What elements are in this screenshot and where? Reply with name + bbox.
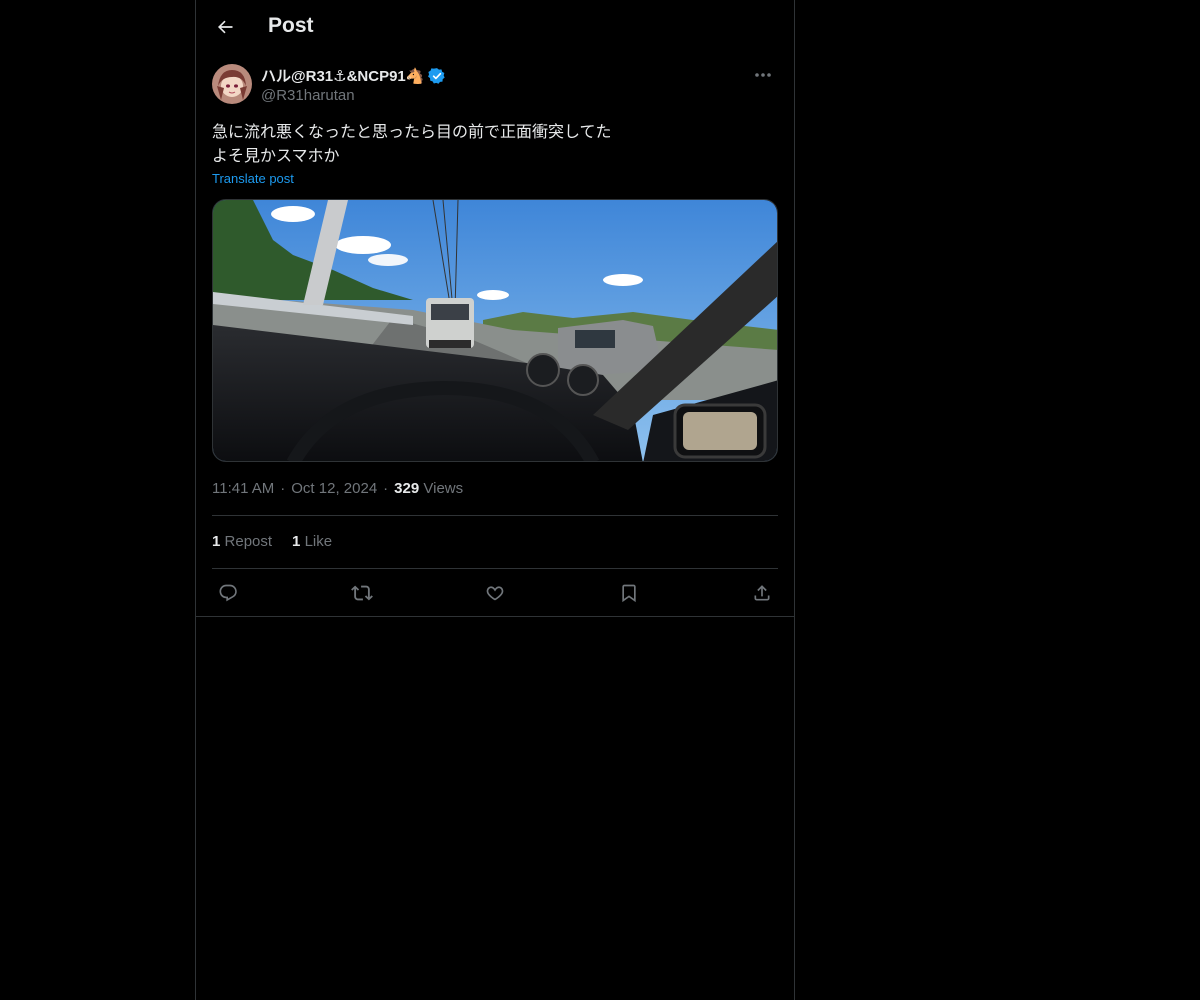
divider — [196, 616, 794, 617]
post-text: 急に流れ悪くなったと思ったら目の前で正面衝突してた よそ見かスマホか — [212, 122, 612, 165]
reply-icon — [219, 584, 237, 602]
display-name-row: ハル@R31⚓&NCP91🐴 — [261, 65, 446, 86]
bookmark-icon — [621, 584, 636, 603]
translate-post-link[interactable]: Translate post — [212, 171, 294, 186]
post-media-photo[interactable] — [212, 199, 778, 462]
repost-button[interactable] — [346, 577, 378, 609]
likes-stat[interactable]: 1 Like — [292, 533, 332, 550]
like-icon — [486, 586, 504, 601]
page-title: Post — [268, 14, 314, 37]
avatar[interactable] — [212, 64, 252, 104]
like-button[interactable] — [479, 577, 511, 609]
post-meta: 11:41 AM · Oct 12, 2024 · 329 Views — [212, 480, 463, 497]
header: Post — [196, 0, 794, 54]
views-count: 329 — [394, 480, 420, 497]
back-button[interactable] — [208, 10, 242, 44]
verified-badge-icon[interactable] — [428, 67, 446, 85]
share-icon — [754, 585, 770, 601]
main-column: Post ハル@R31⚓&NCP91🐴 @R31harutan 急に流れ悪くなっ… — [195, 0, 795, 1000]
share-button[interactable] — [746, 577, 778, 609]
divider — [212, 515, 778, 516]
bookmark-button[interactable] — [613, 577, 645, 609]
more-icon — [755, 73, 771, 77]
author-handle[interactable]: @R31harutan — [261, 87, 355, 104]
post-date[interactable]: Oct 12, 2024 — [291, 480, 377, 497]
likes-label: Like — [304, 533, 333, 550]
reposts-label: Repost — [224, 533, 273, 550]
views-label: Views — [423, 480, 464, 497]
meta-separator: · — [383, 480, 389, 497]
post-stats: 1 Repost 1 Like — [212, 533, 332, 550]
repost-icon — [350, 585, 373, 601]
likes-count: 1 — [292, 533, 301, 550]
reposts-stat[interactable]: 1 Repost — [212, 533, 272, 550]
divider — [212, 568, 778, 569]
more-options-button[interactable] — [748, 62, 778, 88]
post-actions — [212, 577, 778, 609]
reposts-count: 1 — [212, 533, 221, 550]
meta-separator: · — [280, 480, 286, 497]
post-author: ハル@R31⚓&NCP91🐴 @R31harutan — [212, 64, 778, 108]
reply-button[interactable] — [212, 577, 244, 609]
arrow-left-icon — [218, 20, 233, 34]
display-name[interactable]: ハル@R31⚓&NCP91🐴 — [261, 65, 424, 86]
post-time[interactable]: 11:41 AM — [212, 480, 274, 497]
